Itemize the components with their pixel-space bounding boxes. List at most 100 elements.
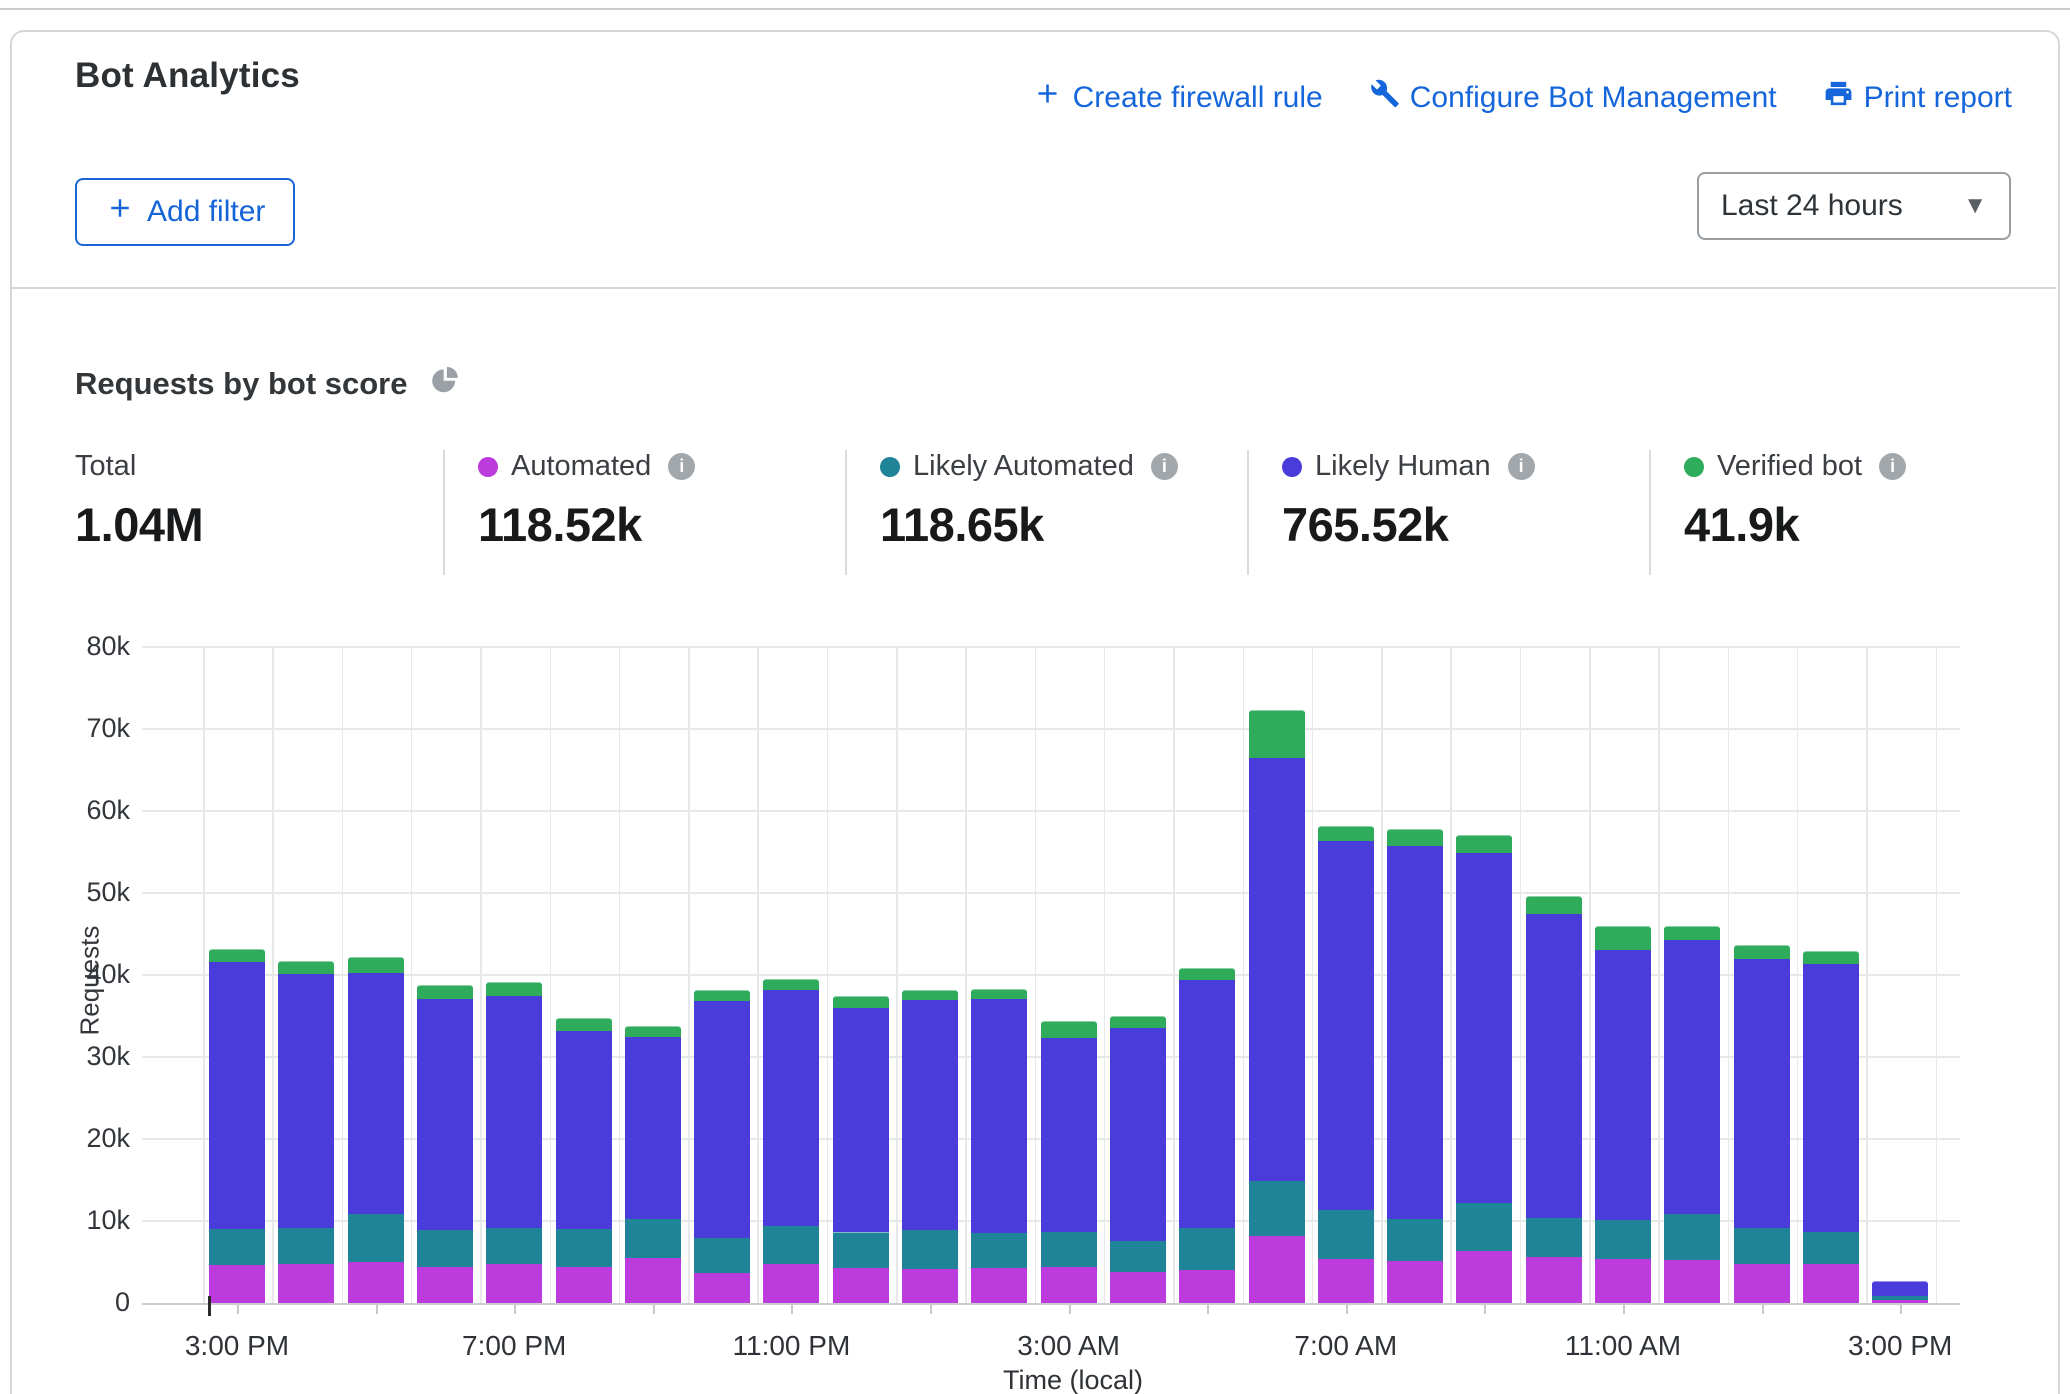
bar-segment-verified-bot: [1249, 710, 1305, 758]
chart-bar[interactable]: [971, 990, 1027, 1303]
bar-segment-likely-human: [1318, 840, 1374, 1210]
bar-segment-verified-bot: [1526, 896, 1582, 913]
chart-bar[interactable]: [1179, 969, 1235, 1303]
axis-minor-tick: [1484, 1305, 1486, 1314]
chart-bar[interactable]: [1734, 945, 1790, 1303]
stat-likely-automated-value: 118.65k: [880, 497, 1178, 552]
section-title-row: Requests by bot score: [75, 364, 461, 404]
info-icon[interactable]: i: [1879, 453, 1906, 480]
chart-bar[interactable]: [556, 1019, 612, 1303]
stat-likely-human-value: 765.52k: [1282, 497, 1535, 552]
stat-verified-bot-label: Verified bot: [1717, 450, 1862, 483]
chart-bar[interactable]: [1249, 711, 1305, 1303]
stat-automated-value: 118.52k: [478, 497, 695, 552]
bar-segment-likely-human: [902, 999, 958, 1230]
chart-bar[interactable]: [833, 997, 889, 1303]
axis-minor-tick: [1900, 1305, 1902, 1314]
bar-segment-automated: [1872, 1300, 1928, 1303]
configure-bot-management-link[interactable]: Configure Bot Management: [1369, 78, 1777, 117]
stat-total: Total 1.04M: [75, 450, 203, 575]
bar-segment-automated: [1456, 1251, 1512, 1303]
chart-bar[interactable]: [1595, 927, 1651, 1303]
chart-bar[interactable]: [1318, 827, 1374, 1303]
y-tick-label: 0: [30, 1287, 130, 1318]
axis-minor-tick: [1346, 1305, 1348, 1314]
chart-bar[interactable]: [486, 983, 542, 1303]
gridline-v: [272, 647, 274, 1303]
chart-bar[interactable]: [1872, 1282, 1928, 1303]
requests-bar-chart: [142, 647, 1960, 1305]
stat-verified-bot-value: 41.9k: [1684, 497, 1906, 552]
bar-segment-likely-human: [209, 961, 265, 1229]
chart-bar[interactable]: [902, 991, 958, 1303]
page-title: Bot Analytics: [75, 56, 300, 96]
y-tick-label: 60k: [30, 795, 130, 826]
bar-segment-likely-automated: [971, 1232, 1027, 1267]
bar-segment-likely-automated: [1249, 1180, 1305, 1236]
bar-segment-likely-automated: [556, 1228, 612, 1267]
bar-segment-verified-bot: [417, 985, 473, 998]
chart-bar[interactable]: [694, 991, 750, 1303]
gridline-v: [1450, 647, 1452, 1303]
x-tick-label: 11:00 PM: [711, 1330, 871, 1362]
chart-bar[interactable]: [1456, 836, 1512, 1303]
print-report-link[interactable]: Print report: [1823, 78, 2012, 117]
x-tick-label: 7:00 PM: [434, 1330, 594, 1362]
chart-bar[interactable]: [625, 1027, 681, 1303]
chart-bar[interactable]: [1664, 927, 1720, 1303]
bar-segment-likely-automated: [1041, 1231, 1097, 1268]
chart-bar[interactable]: [348, 958, 404, 1303]
chart-bar[interactable]: [209, 950, 265, 1303]
bar-segment-likely-human: [1456, 852, 1512, 1203]
bar-segment-likely-automated: [1179, 1227, 1235, 1271]
automated-dot-icon: [478, 457, 498, 477]
time-range-dropdown[interactable]: Last 24 hours ▼: [1697, 172, 2011, 240]
bar-segment-verified-bot: [1664, 926, 1720, 940]
chart-bar[interactable]: [1803, 952, 1859, 1303]
bar-segment-automated: [1110, 1272, 1166, 1303]
chart-bar[interactable]: [1041, 1022, 1097, 1303]
stat-likely-human: Likely Human i 765.52k: [1282, 450, 1535, 575]
chart-bar[interactable]: [1110, 1017, 1166, 1303]
bar-segment-likely-automated: [902, 1229, 958, 1269]
x-tick-label: 3:00 PM: [157, 1330, 317, 1362]
info-icon[interactable]: i: [1151, 453, 1178, 480]
bar-segment-verified-bot: [1734, 945, 1790, 959]
bar-segment-likely-automated: [1595, 1219, 1651, 1259]
gridline-v: [480, 647, 482, 1303]
chart-bar[interactable]: [1387, 830, 1443, 1303]
gridline-v: [1797, 647, 1799, 1303]
axis-minor-tick: [1207, 1305, 1209, 1314]
bar-segment-verified-bot: [833, 996, 889, 1008]
bar-segment-likely-automated: [348, 1213, 404, 1262]
bar-segment-automated: [625, 1258, 681, 1303]
stat-verified-bot: Verified bot i 41.9k: [1684, 450, 1906, 575]
bar-segment-verified-bot: [1595, 926, 1651, 950]
stat-automated-label: Automated: [511, 450, 651, 483]
gridline-v: [1312, 647, 1314, 1303]
chevron-down-icon: ▼: [1963, 192, 1987, 220]
bar-segment-likely-human: [1526, 913, 1582, 1218]
info-icon[interactable]: i: [668, 453, 695, 480]
section-divider: [10, 287, 2056, 289]
chart-bar[interactable]: [278, 962, 334, 1303]
gridline-v: [688, 647, 690, 1303]
pie-chart-icon: [429, 364, 461, 404]
chart-bar[interactable]: [417, 986, 473, 1303]
bar-segment-verified-bot: [348, 957, 404, 973]
bar-segment-automated: [556, 1267, 612, 1303]
add-filter-button[interactable]: Add filter: [75, 178, 295, 246]
create-firewall-rule-link[interactable]: Create firewall rule: [1032, 78, 1323, 117]
bar-segment-automated: [1734, 1264, 1790, 1303]
axis-minor-tick: [1762, 1305, 1764, 1314]
chart-bar[interactable]: [763, 980, 819, 1303]
bar-segment-automated: [1179, 1270, 1235, 1303]
x-tick-label: 3:00 AM: [989, 1330, 1149, 1362]
info-icon[interactable]: i: [1508, 453, 1535, 480]
bar-segment-likely-human: [1734, 958, 1790, 1229]
stat-divider: [1247, 450, 1249, 575]
bar-segment-likely-automated: [1734, 1227, 1790, 1263]
chart-bar[interactable]: [1526, 897, 1582, 1303]
bar-segment-automated: [694, 1273, 750, 1303]
print-report-label: Print report: [1864, 81, 2012, 115]
